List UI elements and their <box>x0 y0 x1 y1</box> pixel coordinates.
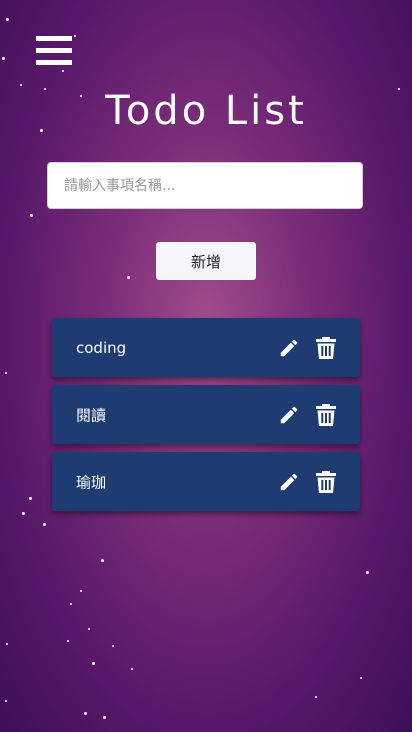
star <box>80 590 82 592</box>
star <box>67 640 69 642</box>
todo-item-text: coding <box>76 338 127 357</box>
star <box>30 214 33 217</box>
todo-item-text: 瑜珈 <box>76 473 107 491</box>
star <box>103 716 106 719</box>
star <box>112 645 114 647</box>
star <box>62 70 64 72</box>
star <box>127 276 130 279</box>
todo-item-text: 閱讀 <box>76 406 107 424</box>
todo-name-input[interactable] <box>47 162 363 209</box>
add-todo-button[interactable]: 新增 <box>156 242 256 280</box>
pencil-icon[interactable] <box>277 470 301 494</box>
star <box>88 628 90 630</box>
star <box>101 559 104 562</box>
star <box>2 57 5 60</box>
star <box>92 662 95 665</box>
star <box>131 668 133 670</box>
menu-bar <box>36 48 72 53</box>
star <box>29 497 32 500</box>
star <box>70 603 72 605</box>
star <box>5 700 7 702</box>
star <box>43 523 46 526</box>
star <box>20 84 22 86</box>
menu-bar <box>36 36 72 41</box>
trash-icon[interactable] <box>314 470 338 494</box>
star <box>6 18 9 21</box>
page-title: Todo List <box>105 88 307 134</box>
todo-item: 閱讀 <box>52 385 360 444</box>
star <box>84 712 87 715</box>
todo-item: 瑜珈 <box>52 452 360 511</box>
star <box>315 696 317 698</box>
menu-bar <box>36 60 72 65</box>
star <box>360 677 362 679</box>
pencil-icon[interactable] <box>277 403 301 427</box>
star <box>6 643 8 645</box>
star <box>366 571 369 574</box>
trash-icon[interactable] <box>314 336 338 360</box>
star <box>22 512 25 515</box>
hamburger-menu-icon[interactable] <box>36 36 72 66</box>
star <box>74 35 76 37</box>
star <box>5 372 7 374</box>
pencil-icon[interactable] <box>277 336 301 360</box>
todo-list: coding 閱讀 瑜珈 <box>52 318 360 519</box>
todo-item: coding <box>52 318 360 377</box>
trash-icon[interactable] <box>314 403 338 427</box>
